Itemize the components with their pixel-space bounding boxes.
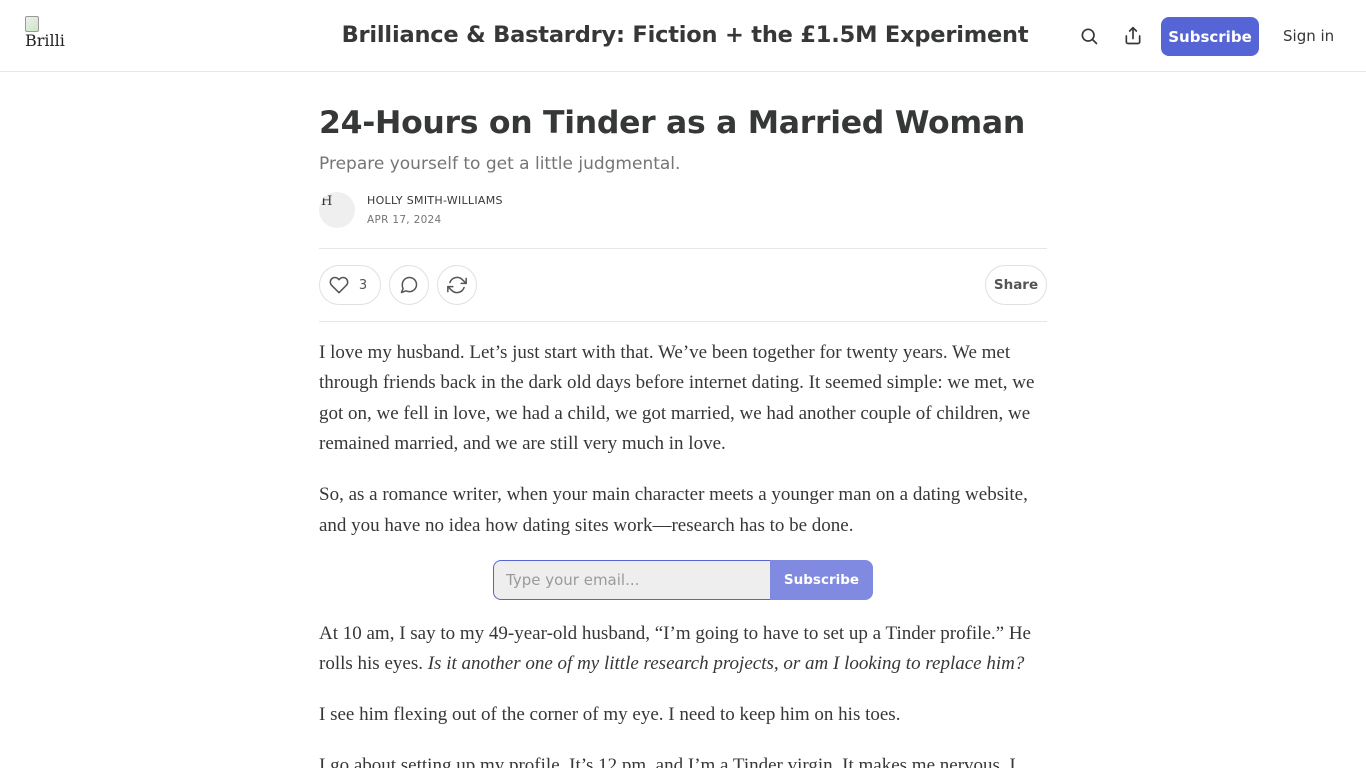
logo-alt-text: Brilli	[25, 31, 65, 50]
article: 24-Hours on Tinder as a Married Woman Pr…	[319, 100, 1047, 768]
publication-logo[interactable]: Brilli	[25, 16, 73, 56]
paragraph: At 10 am, I say to my 49-year-old husban…	[319, 619, 1047, 680]
restack-button[interactable]	[437, 265, 477, 305]
paragraph: I love my husband. Let’s just start with…	[319, 342, 1035, 455]
share-upload-icon	[1125, 26, 1141, 45]
post-title: 24-Hours on Tinder as a Married Woman	[319, 105, 1025, 141]
post-subtitle: Prepare yourself to get a little judgmen…	[319, 154, 681, 174]
search-button[interactable]	[1075, 22, 1103, 50]
sign-in-link[interactable]: Sign in	[1283, 27, 1334, 45]
author-avatar[interactable]: H	[319, 192, 355, 228]
post-body-continued: At 10 am, I say to my 49-year-old husban…	[319, 619, 1047, 768]
paragraph: I go about setting up my profile. It’s 1…	[319, 755, 1016, 768]
comment-bubble-icon	[400, 276, 418, 294]
paragraph: So, as a romance writer, when your main …	[319, 484, 1028, 536]
author-name[interactable]: HOLLY SMITH-WILLIAMS	[367, 194, 503, 207]
broken-image-icon	[25, 16, 39, 32]
post-date: APR 17, 2024	[367, 214, 442, 226]
subscribe-form: Subscribe	[493, 560, 873, 600]
like-button[interactable]: 3	[319, 265, 381, 305]
post-body-intro: I love my husband. Let’s just start with…	[319, 338, 1047, 561]
search-icon	[1081, 28, 1098, 45]
subscribe-form-button[interactable]: Subscribe	[770, 560, 873, 600]
top-bar: Brilli Brilliance & Bastardry: Fiction +…	[0, 0, 1366, 72]
heart-icon	[329, 276, 349, 294]
publication-title[interactable]: Brilliance & Bastardry: Fiction + the £1…	[340, 22, 1030, 48]
paragraph: I see him flexing out of the corner of m…	[319, 704, 901, 726]
like-count: 3	[358, 277, 368, 293]
share-button[interactable]: Share	[985, 265, 1047, 305]
avatar-alt-text: H	[321, 194, 333, 209]
byline: H HOLLY SMITH-WILLIAMS APR 17, 2024	[319, 192, 1047, 232]
paragraph-italic-text: Is it another one of my little research …	[427, 653, 1025, 675]
post-actions-bar: 3 Share	[319, 248, 1047, 322]
restack-refresh-icon	[447, 276, 467, 294]
share-publication-button[interactable]	[1119, 22, 1147, 50]
email-input[interactable]	[493, 560, 770, 600]
subscribe-button[interactable]: Subscribe	[1161, 17, 1259, 56]
comment-button[interactable]	[389, 265, 429, 305]
